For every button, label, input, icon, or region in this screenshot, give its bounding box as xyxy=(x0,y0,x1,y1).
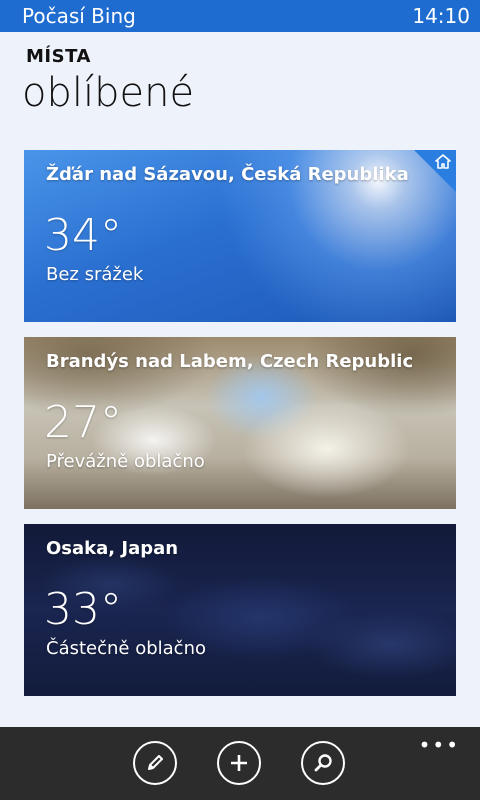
add-icon xyxy=(231,755,247,771)
app-bar: ••• xyxy=(0,727,480,800)
condition: Převážně oblačno xyxy=(46,451,205,472)
status-bar: Počasí Bing 14:10 xyxy=(0,0,480,32)
edit-icon xyxy=(148,755,163,770)
condition: Částečně oblačno xyxy=(46,638,206,659)
place-tile[interactable]: Brandýs nad Labem, Czech Republic 27° Př… xyxy=(24,337,456,509)
clock: 14:10 xyxy=(412,4,470,28)
temperature: 34° xyxy=(44,210,122,261)
place-name: Osaka, Japan xyxy=(46,538,179,559)
section-header[interactable]: MÍSTA xyxy=(26,46,91,67)
place-name: Brandýs nad Labem, Czech Republic xyxy=(46,351,414,372)
temperature: 33° xyxy=(44,584,122,635)
temperature: 27° xyxy=(44,397,122,448)
condition: Bez srážek xyxy=(46,264,144,285)
more-menu[interactable]: ••• xyxy=(419,733,460,757)
place-tile[interactable]: Osaka, Japan 33° Částečně oblačno xyxy=(24,524,456,696)
page-title: oblíbené xyxy=(22,70,195,116)
edit-button[interactable] xyxy=(133,741,177,785)
add-button[interactable] xyxy=(217,741,261,785)
search-icon xyxy=(314,754,332,772)
search-button[interactable] xyxy=(301,741,345,785)
home-icon xyxy=(435,154,451,169)
place-tile[interactable]: Žďár nad Sázavou, Česká Republika 34° Be… xyxy=(24,150,456,322)
place-name: Žďár nad Sázavou, Česká Republika xyxy=(46,164,409,185)
app-title: Počasí Bing xyxy=(22,4,136,28)
